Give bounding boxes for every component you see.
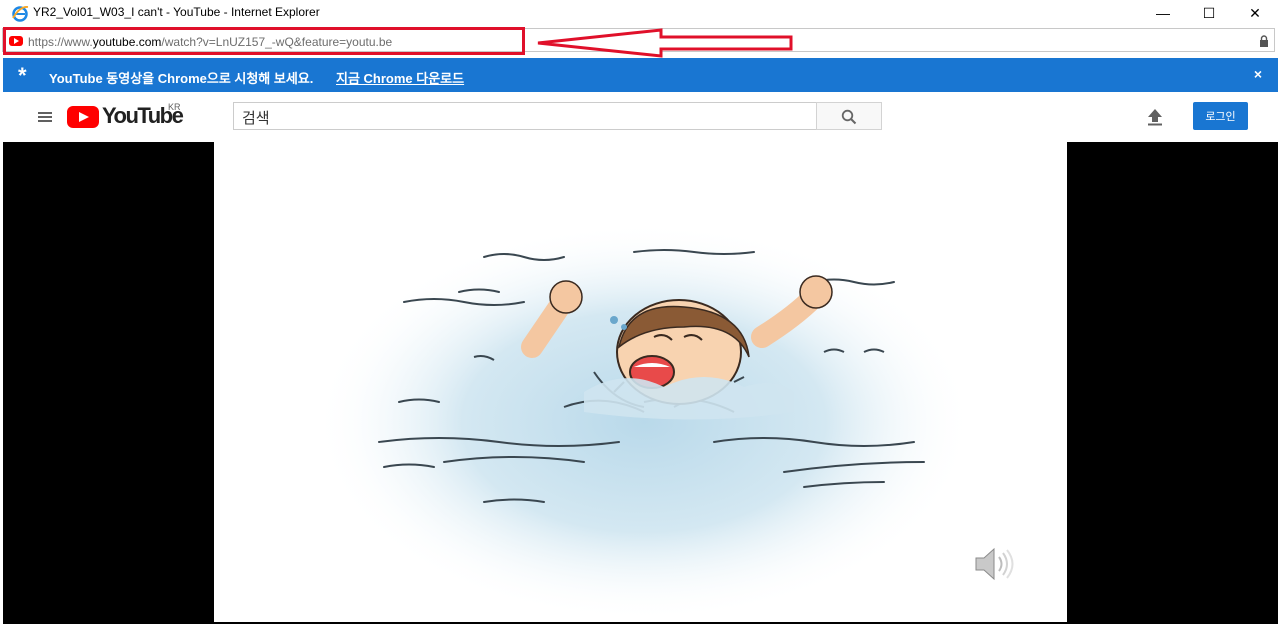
search-icon bbox=[841, 109, 857, 125]
ie-icon bbox=[12, 6, 29, 22]
video-player[interactable] bbox=[3, 142, 1278, 624]
minimize-button[interactable]: — bbox=[1140, 0, 1186, 26]
maximize-icon: ☐ bbox=[1202, 4, 1216, 21]
lock-icon bbox=[1260, 35, 1268, 47]
login-button[interactable]: 로그인 bbox=[1193, 102, 1248, 130]
menu-icon[interactable] bbox=[38, 112, 52, 122]
chrome-download-link[interactable]: 지금 Chrome 다운로드 bbox=[336, 68, 464, 87]
youtube-header: YouTube KR 검색 로그인 bbox=[3, 92, 1278, 142]
search-input[interactable]: 검색 bbox=[233, 102, 817, 130]
maximize-button[interactable]: ☐ bbox=[1186, 0, 1232, 26]
chrome-promo-banner: * YouTube 동영상을 Chrome으로 시청해 보세요. 지금 Chro… bbox=[3, 58, 1278, 92]
video-frame bbox=[214, 142, 1067, 622]
minimize-icon: — bbox=[1156, 5, 1170, 21]
annotation-arrow bbox=[537, 28, 793, 58]
upload-icon[interactable] bbox=[1147, 108, 1163, 126]
annotation-highlight-box bbox=[3, 27, 525, 55]
region-label: KR bbox=[168, 102, 181, 112]
banner-message: YouTube 동영상을 Chrome으로 시청해 보세요. bbox=[49, 71, 314, 86]
close-icon: ✕ bbox=[1249, 4, 1261, 21]
youtube-logo-icon[interactable] bbox=[67, 106, 99, 128]
close-button[interactable]: ✕ bbox=[1232, 0, 1278, 26]
drowning-child-illustration bbox=[314, 222, 974, 622]
search-button[interactable] bbox=[816, 102, 882, 130]
window-title: YR2_Vol01_W03_I can't - YouTube - Intern… bbox=[33, 5, 320, 19]
banner-close-button[interactable]: × bbox=[1254, 66, 1262, 82]
star-icon: * bbox=[18, 63, 27, 88]
speaker-icon[interactable] bbox=[972, 544, 1016, 584]
window-titlebar: YR2_Vol01_W03_I can't - YouTube - Intern… bbox=[0, 0, 1278, 26]
